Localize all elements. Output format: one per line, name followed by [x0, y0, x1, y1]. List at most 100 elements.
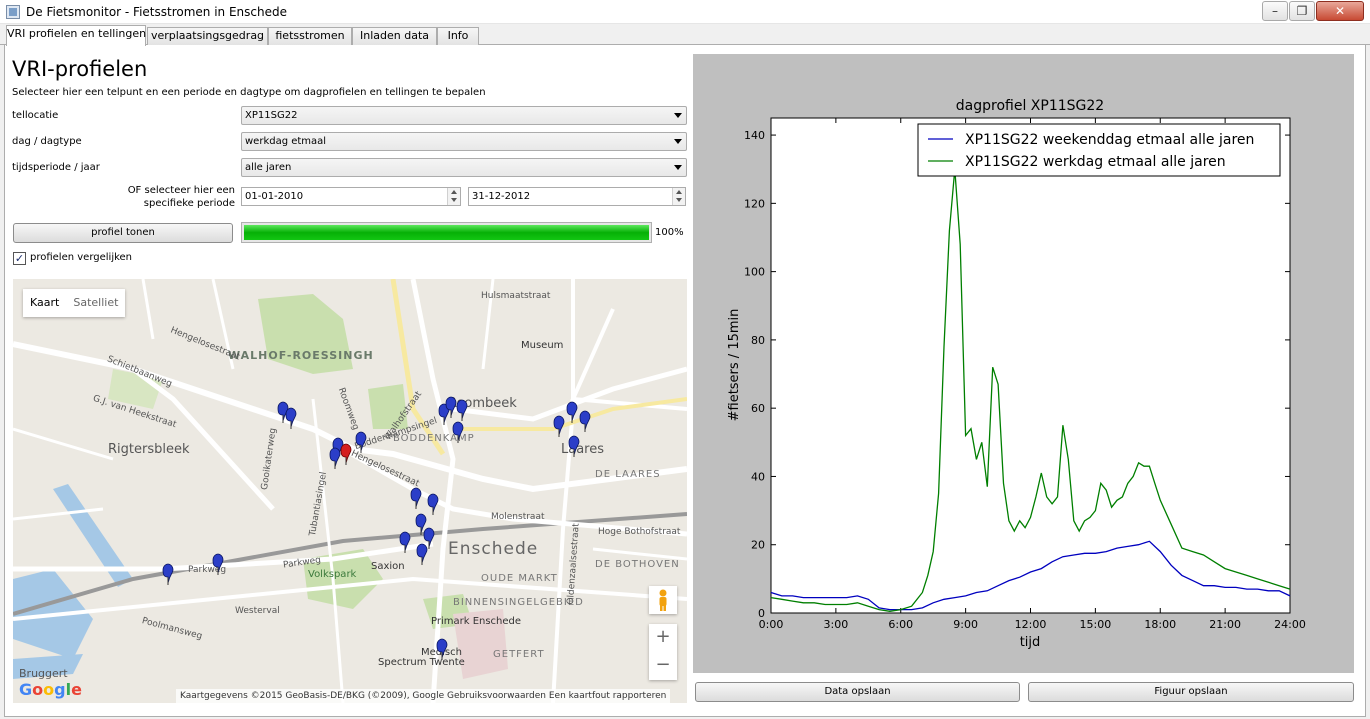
map-type-satelliet[interactable]: Satelliet	[66, 289, 125, 317]
arrow-down-icon	[676, 198, 682, 202]
window-title: De Fietsmonitor - Fietsstromen in Ensche…	[26, 5, 287, 19]
map-label: OUDE MARKT	[481, 573, 558, 584]
y-tick-label: 40	[751, 470, 765, 483]
map-label: Parkweg	[188, 565, 227, 575]
maximize-button[interactable]: ❐	[1289, 1, 1315, 21]
show-profile-button[interactable]: profiel tonen	[13, 223, 233, 243]
x-tick-label: 15:00	[1080, 618, 1112, 631]
map-label: WALHOF-ROESSINGH	[228, 349, 374, 362]
arrow-down-icon	[451, 198, 457, 202]
period-value: alle jaren	[245, 162, 292, 173]
close-button[interactable]: ✕	[1316, 1, 1364, 21]
y-tick-label: 20	[751, 539, 765, 552]
x-tick-label: 18:00	[1144, 618, 1176, 631]
street-view-button[interactable]	[649, 586, 677, 614]
y-tick-label: 100	[744, 266, 765, 279]
x-tick-label: 6:00	[888, 618, 913, 631]
legend-label-0: XP11SG22 weekenddag etmaal alle jaren	[965, 132, 1254, 148]
map-label: Westerval	[235, 606, 280, 616]
tab-info[interactable]: Info	[437, 27, 479, 45]
progress-bar	[241, 222, 652, 243]
compare-checkbox[interactable]: ✓	[13, 252, 26, 265]
chart-ylabel: #fietsers / 15min	[727, 309, 742, 422]
map-label: Spectrum Twente	[378, 657, 465, 668]
map-label: GETFERT	[493, 649, 545, 660]
map-type-control: Kaart Satelliet	[23, 289, 126, 317]
page-subtitle: Selecteer hier een telpunt en een period…	[12, 87, 486, 98]
x-tick-label: 24:00	[1274, 618, 1306, 631]
chevron-down-icon	[674, 113, 682, 118]
app-icon	[6, 5, 20, 19]
chevron-down-icon	[674, 165, 682, 170]
profile-chart: dagprofiel XP11SG22 tijd #fietsers / 15m…	[727, 98, 1306, 650]
page-title: VRI-profielen	[12, 57, 148, 81]
daytype-value: werkdag etmaal	[245, 136, 327, 147]
minimize-icon: –	[1272, 4, 1278, 18]
y-tick-label: 60	[751, 402, 765, 415]
tab-verplaatsingsgedrag[interactable]: verplaatsingsgedrag	[147, 27, 268, 45]
x-tick-label: 3:00	[824, 618, 849, 631]
tab-vri-profielen[interactable]: VRI profielen en tellingen	[6, 25, 146, 46]
map-label: Enschede	[448, 539, 539, 559]
y-tick-label: 120	[744, 197, 765, 210]
map-label: Molenstraat	[491, 512, 545, 522]
map-label: Hoge Bothofstraat	[598, 527, 681, 537]
save-data-button[interactable]: Data opslaan	[695, 682, 1020, 702]
map-attribution[interactable]: Kaartgegevens ©2015 GeoBasis-DE/BKG (©20…	[176, 689, 671, 703]
end-date-field[interactable]: 31-12-2012	[468, 187, 686, 206]
period-label: tijdsperiode / jaar	[12, 162, 100, 173]
zoom-in-button[interactable]: +	[649, 624, 677, 652]
y-tick-label: 80	[751, 334, 765, 347]
location-select[interactable]: XP11SG22	[241, 106, 687, 125]
map-label: BINNENSINGELGEBIED	[453, 597, 584, 608]
progress-text: 100%	[655, 227, 684, 238]
daytype-label: dag / dagtype	[12, 136, 82, 147]
maximize-icon: ❐	[1296, 4, 1308, 18]
map-label: DE BOTHOVEN	[595, 559, 680, 570]
x-tick-label: 21:00	[1209, 618, 1241, 631]
title-bar: De Fietsmonitor - Fietsstromen in Ensche…	[0, 0, 1370, 24]
custom-period-label: OF selecteer hier een specifieke periode	[127, 185, 235, 209]
chart-title: dagprofiel XP11SG22	[956, 98, 1104, 114]
start-date-field[interactable]: 01-01-2010	[241, 187, 461, 206]
map-label: Bruggert	[19, 667, 68, 680]
map-label: Primark Enschede	[431, 616, 522, 627]
google-logo: Google	[19, 680, 82, 699]
map-label: Museum	[521, 340, 564, 351]
period-select[interactable]: alle jaren	[241, 158, 687, 177]
map-canvas	[13, 279, 687, 703]
start-date-stepper[interactable]	[447, 188, 460, 205]
progress-fill	[244, 225, 649, 240]
daytype-select[interactable]: werkdag etmaal	[241, 132, 687, 151]
map-label: Roombeek	[448, 396, 517, 411]
legend-label-1: XP11SG22 werkdag etmaal alle jaren	[965, 154, 1226, 170]
compare-label: profielen vergelijken	[30, 252, 133, 263]
y-tick-label: 0	[758, 607, 765, 620]
map-label: Laares	[561, 442, 605, 457]
map-label: Saxion	[371, 561, 405, 572]
tab-fietsstromen[interactable]: fietsstromen	[268, 27, 352, 45]
map-label: Volkspark	[308, 569, 357, 580]
chevron-down-icon	[674, 139, 682, 144]
save-figure-button[interactable]: Figuur opslaan	[1028, 682, 1354, 702]
arrow-up-icon	[676, 190, 682, 194]
map-label: Rigtersbleek	[108, 442, 190, 457]
location-label: tellocatie	[12, 110, 59, 121]
arrow-up-icon	[451, 190, 457, 194]
start-date-value: 01-01-2010	[245, 191, 304, 202]
x-tick-label: 12:00	[1015, 618, 1047, 631]
zoom-out-button[interactable]: −	[649, 652, 677, 680]
map-type-kaart[interactable]: Kaart	[23, 289, 66, 317]
location-value: XP11SG22	[245, 110, 298, 121]
tab-bar: VRI profielen en tellingen verplaatsings…	[0, 24, 1370, 46]
minimize-button[interactable]: –	[1262, 1, 1288, 21]
chart-panel: dagprofiel XP11SG22 tijd #fietsers / 15m…	[693, 54, 1354, 673]
pegman-icon	[659, 589, 667, 611]
map-label: DE LAARES	[595, 469, 661, 480]
map-view[interactable]: Kaart Satelliet WALHOF-ROESSINGH Roombee…	[13, 279, 687, 703]
y-tick-label: 140	[744, 129, 765, 142]
close-icon: ✕	[1334, 4, 1346, 18]
end-date-stepper[interactable]	[672, 188, 685, 205]
tab-inladen-data[interactable]: Inladen data	[352, 27, 437, 45]
x-tick-label: 9:00	[953, 618, 978, 631]
